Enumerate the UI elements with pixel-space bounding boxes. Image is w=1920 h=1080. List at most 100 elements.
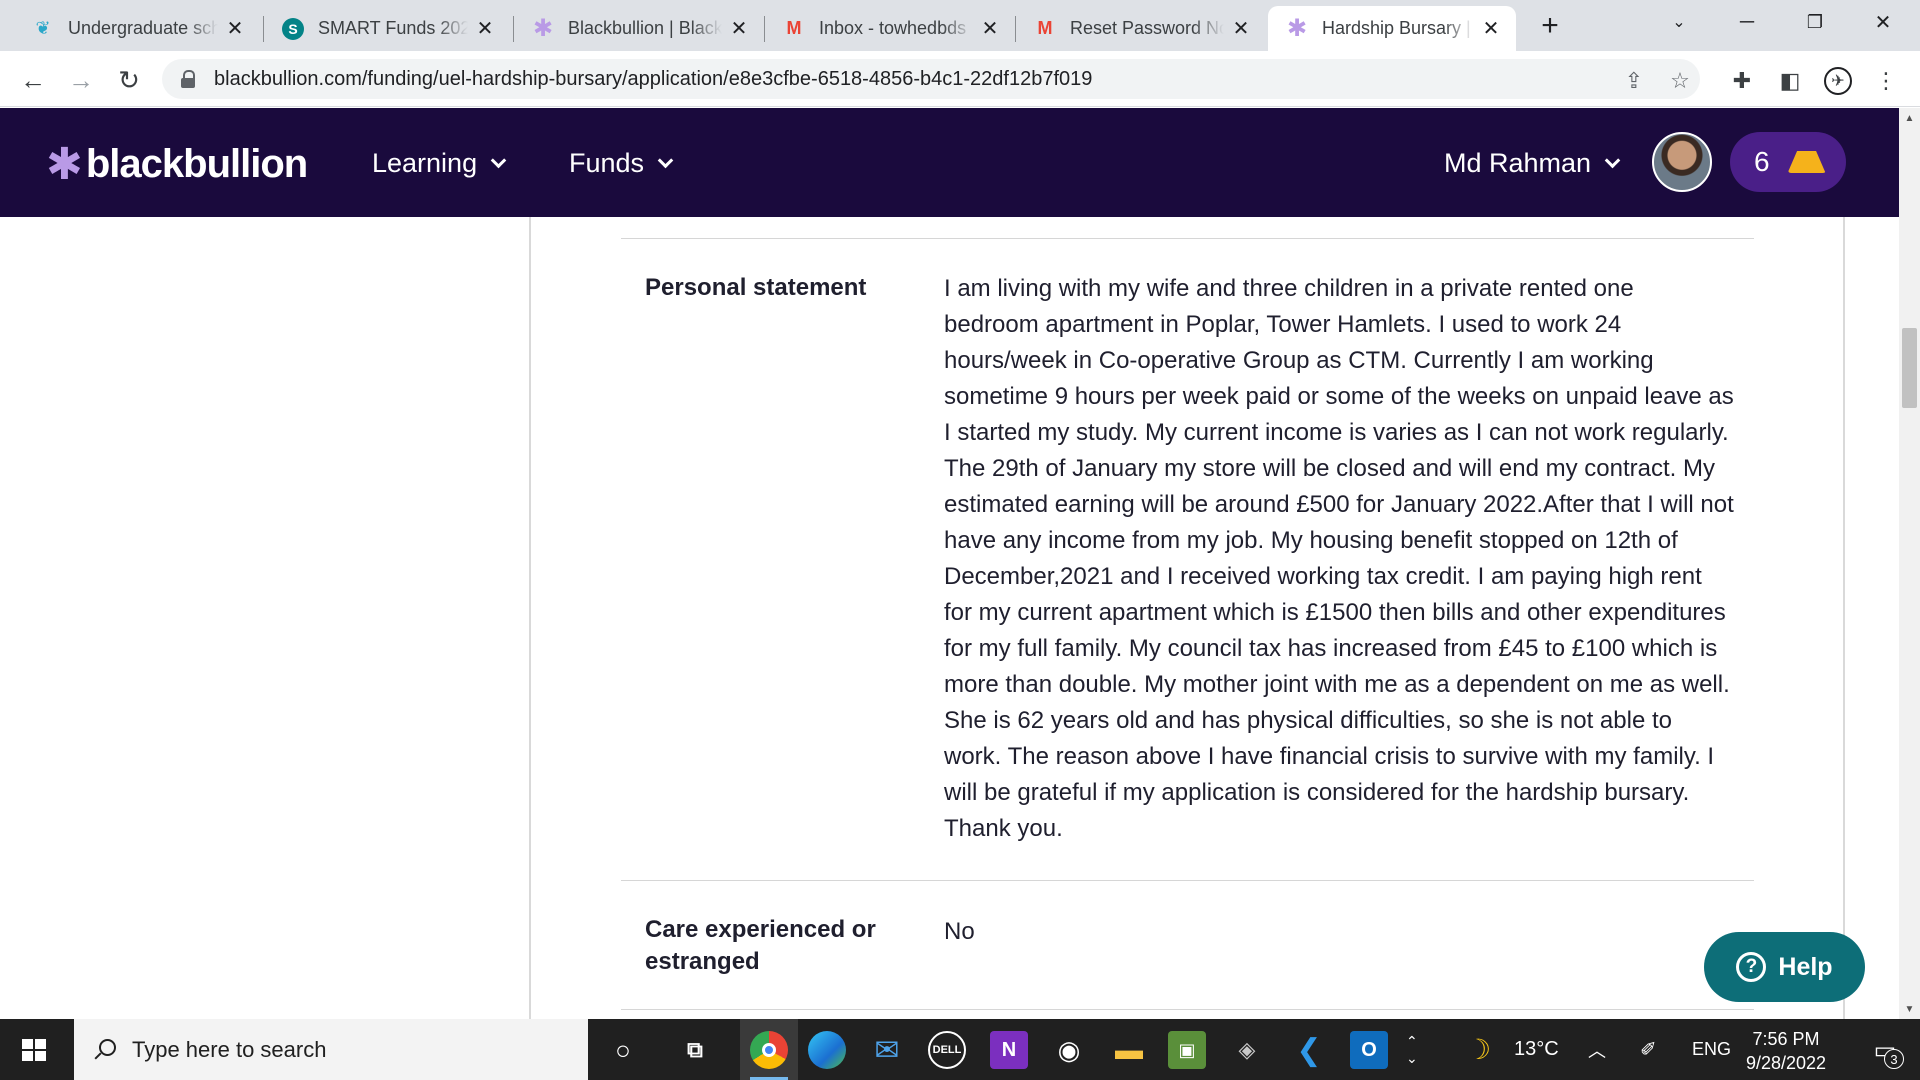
system-clock[interactable]: 7:56 PM 9/28/2022	[1726, 1027, 1846, 1075]
tab-title: SMART Funds 2022	[318, 18, 468, 38]
gold-bar-icon	[1788, 151, 1826, 173]
coin-count: 6	[1754, 146, 1770, 177]
site-header: ✱ blackbullion Learning Funds Md Rahman …	[0, 108, 1899, 217]
close-tab-icon[interactable]: ✕	[1480, 18, 1502, 40]
chevron-down-icon	[657, 152, 674, 169]
weather-temperature[interactable]: 13°C	[1514, 1019, 1559, 1080]
cortana-icon[interactable]: ○	[604, 1031, 642, 1069]
blackbullion-logo[interactable]: ✱ blackbullion	[46, 139, 308, 189]
forward-arrow-icon[interactable]: →	[64, 63, 98, 97]
browser-menu-icon[interactable]: ⋮	[1872, 67, 1900, 95]
help-button[interactable]: ? Help	[1704, 932, 1865, 1002]
taskbar-search-box[interactable]: Type here to search	[74, 1019, 588, 1080]
page-scrollbar[interactable]: ▲ ▼	[1899, 108, 1920, 1019]
tab-title: Hardship Bursary | B	[1322, 18, 1474, 38]
tab-title: Reset Password No	[1070, 18, 1224, 38]
scrollbar-thumb[interactable]	[1902, 328, 1917, 408]
nav-learning-label: Learning	[372, 148, 478, 178]
side-panel-icon[interactable]: ◧	[1776, 67, 1804, 95]
profile-avatar-icon[interactable]: ✈	[1824, 67, 1852, 95]
reload-icon[interactable]: ↻	[112, 63, 146, 97]
browser-tab[interactable]: M Inbox - towhedbds ✕	[765, 6, 1015, 51]
card-border-left	[529, 217, 531, 1019]
tab-title: Blackbullion | Black	[568, 18, 722, 38]
windows-taskbar: Type here to search ○ ⧉ ✉ DELL N ◉ ▬ ▣ ◈…	[0, 1019, 1920, 1080]
personal-statement-value: I am living with my wife and three child…	[944, 275, 1734, 842]
chevron-up-icon[interactable]: ︿	[1588, 1019, 1606, 1080]
gmail-favicon-icon: M	[786, 18, 802, 38]
chevron-down-icon	[1604, 152, 1621, 169]
chevron-down-icon	[490, 152, 507, 169]
scroll-up-arrow-icon[interactable]: ▲	[1899, 108, 1920, 128]
back-arrow-icon[interactable]: ←	[16, 63, 50, 97]
weather-moon-icon: ☽	[1466, 1034, 1492, 1065]
avatar[interactable]	[1652, 132, 1712, 192]
personal-statement-label: Personal statement	[645, 274, 867, 301]
close-tab-icon[interactable]: ✕	[474, 18, 496, 40]
care-experienced-label: Care experienced or estranged	[645, 916, 876, 975]
close-tab-icon[interactable]: ✕	[979, 18, 1001, 40]
nav-funds-menu[interactable]: Funds	[569, 148, 674, 179]
pen-icon[interactable]: ✐	[1640, 1019, 1657, 1080]
restore-window-icon[interactable]: ❐	[1790, 4, 1840, 40]
close-tab-icon[interactable]: ✕	[224, 18, 246, 40]
sharepoint-favicon-icon: S	[282, 17, 304, 40]
address-bar[interactable]: blackbullion.com/funding/uel-hardship-bu…	[162, 59, 1700, 99]
outlook-icon[interactable]: O	[1350, 1031, 1388, 1069]
uel-favicon-icon: ❦	[35, 18, 51, 38]
clock-date: 9/28/2022	[1745, 1053, 1827, 1073]
coin-balance-badge[interactable]: 6	[1730, 132, 1846, 192]
search-icon	[92, 1038, 116, 1062]
row-divider	[621, 1009, 1754, 1010]
card-border-right	[1843, 217, 1845, 1019]
logo-star-icon: ✱	[46, 139, 83, 189]
browser-tab[interactable]: M Reset Password No ✕	[1016, 6, 1266, 51]
taskbar-scroll-icon[interactable]: ⌃ ⌄	[1406, 1019, 1418, 1080]
browser-tab[interactable]: S SMART Funds 2022 ✕	[264, 6, 510, 51]
bookmark-star-icon[interactable]: ☆	[1668, 68, 1692, 93]
row-divider	[621, 880, 1754, 881]
blackbullion-favicon-icon: ✱	[1286, 15, 1308, 42]
image-editor-icon[interactable]: ▣	[1168, 1031, 1206, 1069]
logo-text: blackbullion	[85, 142, 308, 186]
close-tab-icon[interactable]: ✕	[728, 18, 750, 40]
user-menu[interactable]: Md Rahman	[1444, 148, 1621, 179]
browser-tab[interactable]: ❦ Undergraduate sch ✕	[14, 6, 260, 51]
close-window-icon[interactable]: ✕	[1858, 4, 1908, 40]
share-icon[interactable]: ⇪	[1622, 68, 1646, 93]
new-tab-button[interactable]: +	[1534, 9, 1566, 42]
windows-start-icon[interactable]	[22, 1039, 46, 1061]
scroll-down-arrow-icon[interactable]: ▼	[1899, 999, 1920, 1019]
task-view-icon[interactable]: ⧉	[676, 1031, 714, 1069]
eye-app-icon[interactable]: ◉	[1050, 1031, 1088, 1069]
url-text: blackbullion.com/funding/uel-hardship-bu…	[214, 67, 1093, 90]
tab-title: Undergraduate sch	[68, 18, 218, 38]
vscode-icon[interactable]: ❮	[1290, 1031, 1328, 1069]
gmail-favicon-icon: M	[1037, 18, 1053, 38]
care-experienced-value: No	[944, 918, 975, 945]
notification-icon[interactable]: ▭ 3	[1868, 1033, 1904, 1069]
mail-icon[interactable]: ✉	[868, 1031, 906, 1069]
nav-funds-label: Funds	[569, 148, 645, 178]
browser-tab-active[interactable]: ✱ Hardship Bursary | B ✕	[1268, 6, 1516, 51]
network-app-icon[interactable]: ◈	[1228, 1031, 1266, 1069]
search-placeholder: Type here to search	[132, 1036, 327, 1062]
nav-learning-menu[interactable]: Learning	[372, 148, 507, 179]
edge-icon[interactable]	[808, 1031, 846, 1069]
extensions-puzzle-icon[interactable]: ✚	[1728, 67, 1756, 95]
chrome-icon[interactable]	[750, 1031, 788, 1069]
help-label: Help	[1778, 952, 1833, 981]
onenote-icon[interactable]: N	[990, 1031, 1028, 1069]
tab-search-icon[interactable]: ⌄	[1654, 4, 1704, 40]
clock-time: 7:56 PM	[1752, 1029, 1820, 1049]
browser-tab-strip: ❦ Undergraduate sch ✕ S SMART Funds 2022…	[0, 0, 1920, 51]
browser-tab[interactable]: ✱ Blackbullion | Black ✕	[514, 6, 764, 51]
row-divider	[621, 238, 1754, 239]
browser-toolbar: ← → ↻ blackbullion.com/funding/uel-hards…	[0, 51, 1920, 107]
dell-icon[interactable]: DELL	[928, 1031, 966, 1069]
minimize-window-icon[interactable]: ─	[1722, 4, 1772, 40]
notification-count-badge: 3	[1884, 1049, 1904, 1069]
close-tab-icon[interactable]: ✕	[1230, 18, 1252, 40]
blackbullion-favicon-icon: ✱	[532, 15, 554, 42]
file-explorer-icon[interactable]: ▬	[1110, 1031, 1148, 1069]
